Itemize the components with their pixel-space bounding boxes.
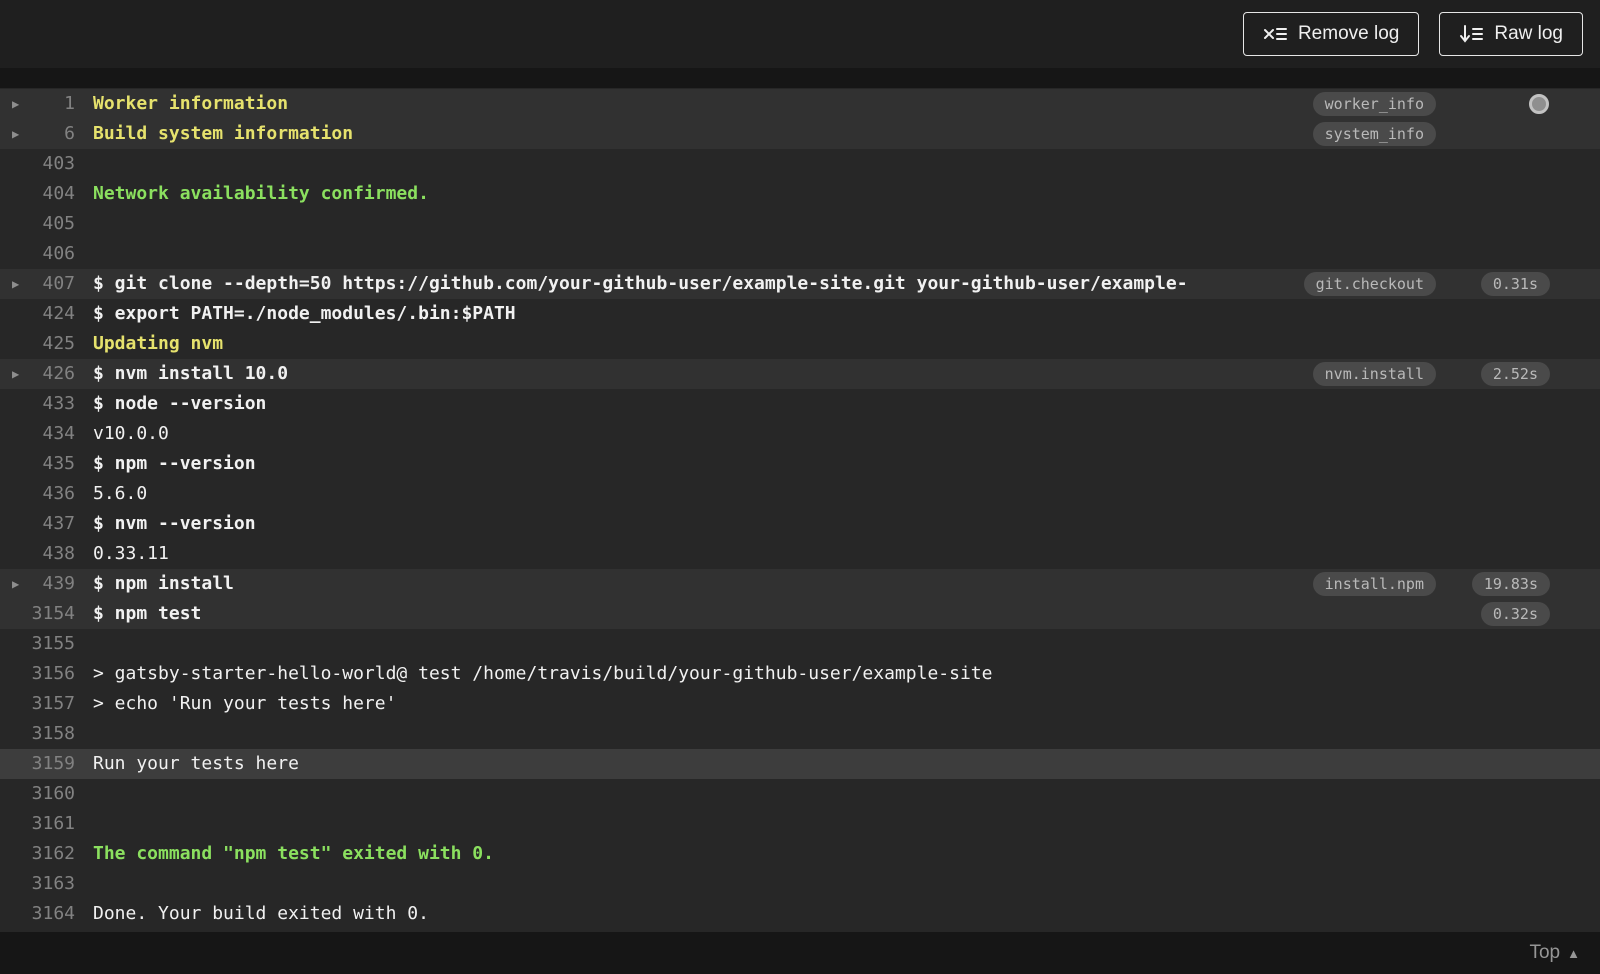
log-row: 438 0.33.11 bbox=[0, 539, 1600, 569]
line-number[interactable]: 426 bbox=[0, 359, 75, 389]
line-number[interactable]: 3161 bbox=[0, 809, 75, 839]
log-toolbar: Remove log Raw log bbox=[0, 0, 1600, 68]
line-number[interactable]: 425 bbox=[0, 329, 75, 359]
log-row: 405 bbox=[0, 209, 1600, 239]
log-text: Updating nvm bbox=[93, 333, 224, 354]
log-row: 406 bbox=[0, 239, 1600, 269]
line-number[interactable]: 3157 bbox=[0, 689, 75, 719]
duration-badge: 2.52s bbox=[1480, 362, 1550, 386]
log-row: 437 $ nvm --version bbox=[0, 509, 1600, 539]
log-row: 3161 bbox=[0, 809, 1600, 839]
component-badge: system_info bbox=[1312, 122, 1436, 146]
line-number[interactable]: 439 bbox=[0, 569, 75, 599]
log-text: $ node --version bbox=[93, 393, 267, 414]
log-text: $ npm test bbox=[93, 603, 202, 624]
log-row: 3154 $ npm test 0.32s bbox=[0, 599, 1600, 629]
log-row: 403 bbox=[0, 149, 1600, 179]
line-number[interactable]: 3155 bbox=[0, 629, 75, 659]
log-row: 435 $ npm --version bbox=[0, 449, 1600, 479]
line-number[interactable]: 3160 bbox=[0, 779, 75, 809]
raw-log-icon bbox=[1459, 24, 1484, 44]
log-text: > echo 'Run your tests here' bbox=[93, 693, 397, 714]
line-number[interactable]: 434 bbox=[0, 419, 75, 449]
log-row: 3156 > gatsby-starter-hello-world@ test … bbox=[0, 659, 1600, 689]
duration-badge: 0.31s bbox=[1480, 272, 1550, 296]
scroll-to-top-link[interactable]: Top ▲ bbox=[1529, 942, 1580, 964]
log-text: $ git clone --depth=50 https://github.co… bbox=[93, 273, 1188, 294]
log-row: 433 $ node --version bbox=[0, 389, 1600, 419]
log-text: Worker information bbox=[93, 93, 289, 114]
line-number[interactable]: 1 bbox=[0, 89, 75, 119]
log-text: The command "npm test" exited with 0. bbox=[93, 843, 494, 864]
log-row: 3163 bbox=[0, 869, 1600, 899]
line-number[interactable]: 424 bbox=[0, 299, 75, 329]
raw-log-button[interactable]: Raw log bbox=[1439, 12, 1583, 56]
log-text: Network availability confirmed. bbox=[93, 183, 429, 204]
duration-badge: 0.32s bbox=[1480, 602, 1550, 626]
line-number[interactable]: 407 bbox=[0, 269, 75, 299]
line-number[interactable]: 3164 bbox=[0, 899, 75, 929]
build-log: 1 Worker information worker_info 6 Build… bbox=[0, 88, 1600, 932]
remove-log-label: Remove log bbox=[1297, 23, 1400, 44]
line-number[interactable]: 433 bbox=[0, 389, 75, 419]
remove-log-button[interactable]: Remove log bbox=[1242, 12, 1420, 56]
component-badge: worker_info bbox=[1312, 92, 1436, 116]
log-row: 439 $ npm install install.npm 19.83s bbox=[0, 569, 1600, 599]
log-row: 3158 bbox=[0, 719, 1600, 749]
log-text: $ nvm install 10.0 bbox=[93, 363, 289, 384]
log-row: 434 v10.0.0 bbox=[0, 419, 1600, 449]
log-text: $ export PATH=./node_modules/.bin:$PATH bbox=[93, 303, 516, 324]
log-row: 426 $ nvm install 10.0 nvm.install 2.52s bbox=[0, 359, 1600, 389]
line-number[interactable]: 3163 bbox=[0, 869, 75, 899]
log-row: 425 Updating nvm bbox=[0, 329, 1600, 359]
line-number[interactable]: 3154 bbox=[0, 599, 75, 629]
line-number[interactable]: 403 bbox=[0, 149, 75, 179]
log-text: > gatsby-starter-hello-world@ test /home… bbox=[93, 663, 993, 684]
log-text: Build system information bbox=[93, 123, 354, 144]
line-number[interactable]: 436 bbox=[0, 479, 75, 509]
log-row: 3155 bbox=[0, 629, 1600, 659]
log-text: 0.33.11 bbox=[93, 543, 169, 564]
log-row: 6 Build system information system_info bbox=[0, 119, 1600, 149]
log-text: $ npm install bbox=[93, 573, 234, 594]
line-number[interactable]: 405 bbox=[0, 209, 75, 239]
line-number[interactable]: 3158 bbox=[0, 719, 75, 749]
caret-up-icon: ▲ bbox=[1567, 945, 1580, 961]
line-number[interactable]: 438 bbox=[0, 539, 75, 569]
log-text: v10.0.0 bbox=[93, 423, 169, 444]
scroll-to-top-label: Top bbox=[1529, 942, 1561, 963]
log-row: 1 Worker information worker_info bbox=[0, 89, 1600, 119]
log-text: 5.6.0 bbox=[93, 483, 148, 504]
log-footer: Top ▲ bbox=[1529, 942, 1580, 964]
log-row: 404 Network availability confirmed. bbox=[0, 179, 1600, 209]
remove-log-icon bbox=[1263, 24, 1287, 44]
component-badge: git.checkout bbox=[1303, 272, 1436, 296]
line-number[interactable]: 406 bbox=[0, 239, 75, 269]
raw-log-label: Raw log bbox=[1494, 23, 1563, 44]
follow-log-indicator[interactable] bbox=[1529, 94, 1549, 114]
line-number[interactable]: 437 bbox=[0, 509, 75, 539]
line-number[interactable]: 435 bbox=[0, 449, 75, 479]
line-number[interactable]: 404 bbox=[0, 179, 75, 209]
line-number[interactable]: 3162 bbox=[0, 839, 75, 869]
log-text: Run your tests here bbox=[93, 753, 299, 774]
component-badge: install.npm bbox=[1312, 572, 1436, 596]
log-row: 3160 bbox=[0, 779, 1600, 809]
log-row: 436 5.6.0 bbox=[0, 479, 1600, 509]
log-text: $ nvm --version bbox=[93, 513, 256, 534]
log-text: Done. Your build exited with 0. bbox=[93, 903, 429, 924]
duration-badge: 19.83s bbox=[1471, 572, 1550, 596]
log-row: 3159 Run your tests here bbox=[0, 749, 1600, 779]
log-row: 3164 Done. Your build exited with 0. bbox=[0, 899, 1600, 929]
line-number[interactable]: 3159 bbox=[0, 749, 75, 779]
log-text: $ npm --version bbox=[93, 453, 256, 474]
line-number[interactable]: 6 bbox=[0, 119, 75, 149]
line-number[interactable]: 3156 bbox=[0, 659, 75, 689]
component-badge: nvm.install bbox=[1312, 362, 1436, 386]
log-row: 3162 The command "npm test" exited with … bbox=[0, 839, 1600, 869]
log-row: 3157 > echo 'Run your tests here' bbox=[0, 689, 1600, 719]
log-row: 407 $ git clone --depth=50 https://githu… bbox=[0, 269, 1600, 299]
log-row: 424 $ export PATH=./node_modules/.bin:$P… bbox=[0, 299, 1600, 329]
